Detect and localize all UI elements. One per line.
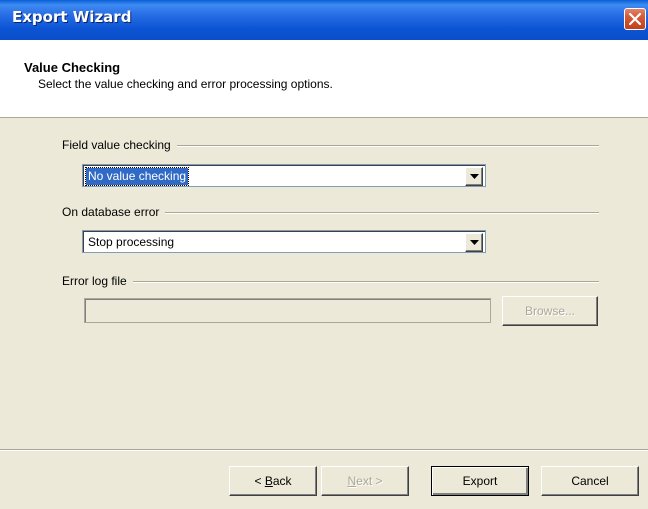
footer-divider <box>0 449 648 451</box>
back-button[interactable]: < Back <box>229 466 317 496</box>
error-log-file-divider <box>62 281 599 283</box>
window-title: Export Wizard <box>12 8 132 26</box>
next-button[interactable]: Next > <box>321 466 409 496</box>
back-button-rest: ack <box>272 474 292 488</box>
field-value-checking-dropdown-button[interactable] <box>465 167 483 186</box>
on-database-error-dropdown-button[interactable] <box>465 233 483 252</box>
browse-button[interactable]: Browse... <box>502 296 598 326</box>
field-value-checking-value: No value checking <box>84 167 190 186</box>
error-log-file-input[interactable] <box>84 298 491 323</box>
cancel-button[interactable]: Cancel <box>541 466 639 496</box>
error-log-file-label: Error log file <box>62 274 133 288</box>
export-button[interactable]: Export <box>431 466 529 496</box>
title-bar[interactable]: Export Wizard <box>0 0 648 40</box>
on-database-error-value: Stop processing <box>88 235 175 249</box>
back-button-prefix: < <box>254 474 265 488</box>
export-wizard-window: Export Wizard Value Checking Select the … <box>0 0 648 509</box>
page-title: Value Checking <box>24 60 121 75</box>
field-value-checking-select[interactable]: No value checking <box>82 164 486 187</box>
page-subtitle: Select the value checking and error proc… <box>38 77 333 91</box>
wizard-header: Value Checking Select the value checking… <box>0 40 648 118</box>
on-database-error-select[interactable]: Stop processing <box>82 230 486 253</box>
close-button[interactable] <box>624 8 646 30</box>
on-database-error-label: On database error <box>62 205 166 219</box>
back-button-mnemonic: B <box>264 474 273 488</box>
field-value-checking-label: Field value checking <box>62 138 177 152</box>
next-button-mnemonic: N <box>347 474 357 488</box>
next-button-rest: ext > <box>356 474 383 488</box>
